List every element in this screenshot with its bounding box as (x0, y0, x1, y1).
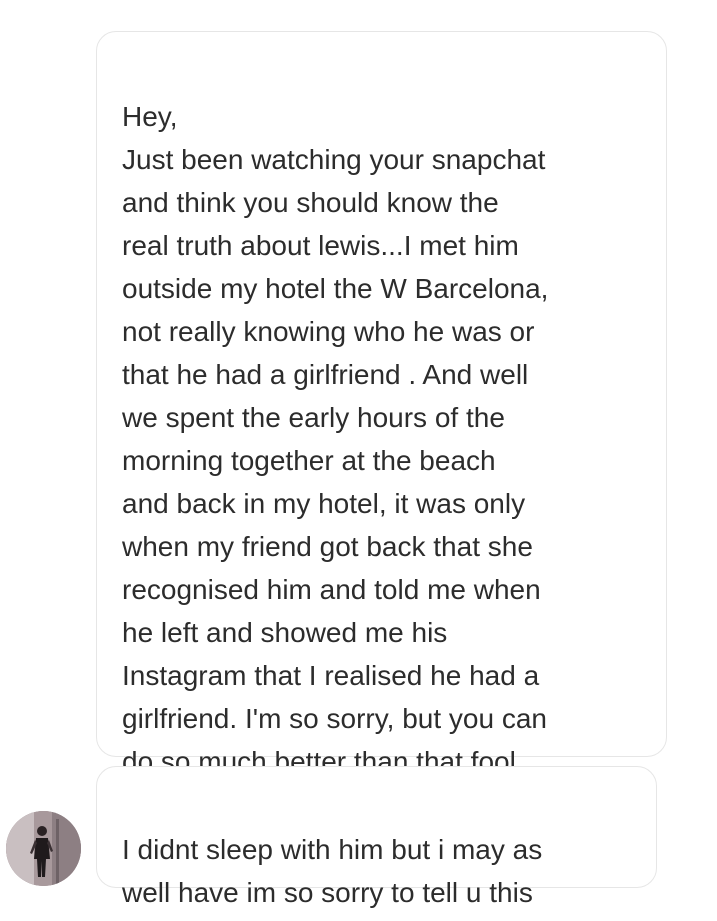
user-avatar-photo-icon (6, 811, 81, 886)
message-text: Hey, Just been watching your snapchat an… (122, 101, 549, 777)
sender-name-header (0, 0, 717, 6)
message-bubble[interactable]: I didnt sleep with him but i may as well… (96, 766, 657, 908)
message-text: I didnt sleep with him but i may as well… (122, 834, 543, 908)
message-bubble[interactable]: Hey, Just been watching your snapchat an… (96, 31, 667, 777)
sender-avatar[interactable] (6, 811, 81, 886)
